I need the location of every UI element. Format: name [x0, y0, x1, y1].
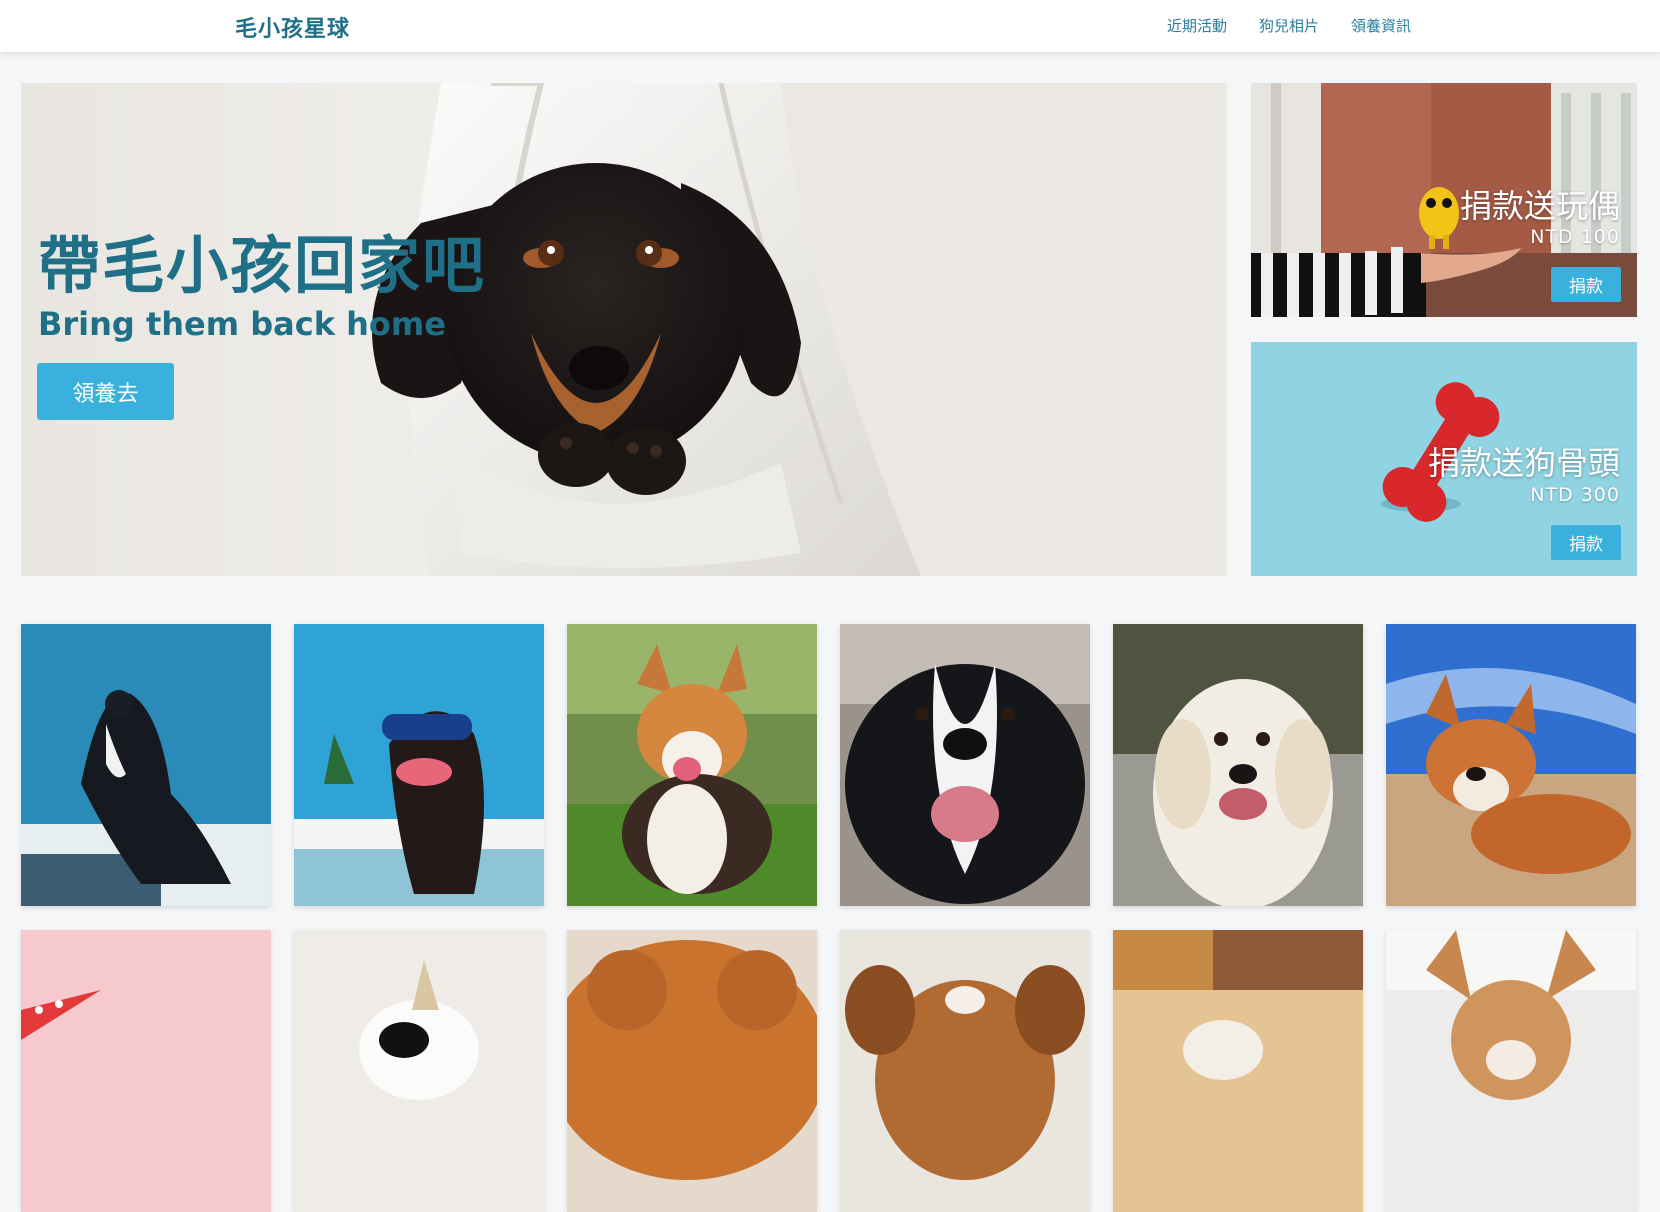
promo-card-toy: 捐款送玩偶 NTD 100 捐款	[1251, 83, 1637, 317]
promo-bone-title: 捐款送狗骨頭	[1427, 444, 1620, 482]
promo-card-bone: 捐款送狗骨頭 NTD 300 捐款	[1251, 342, 1637, 576]
donate-toy-button[interactable]: 捐款	[1551, 267, 1621, 302]
top-navbar: 毛小孩星球 近期活動 狗兒相片 領養資訊	[0, 0, 1660, 52]
promo-toy-price: NTD 100	[1530, 226, 1620, 248]
dog-photo-unicorn-costume[interactable]	[294, 930, 544, 1212]
dog-photo-pink-background[interactable]	[21, 930, 271, 1212]
nav-link-adoption[interactable]: 領養資訊	[1351, 15, 1411, 36]
dog-photo-brown-puppy[interactable]	[840, 930, 1090, 1212]
promo-toy-title: 捐款送玩偶	[1459, 187, 1620, 225]
dog-photo-chihuahua[interactable]	[1386, 930, 1636, 1212]
hero-banner: 帶毛小孩回家吧 Bring them back home 領養去	[21, 83, 1227, 576]
dog-photo-gallery	[21, 624, 1637, 1212]
dog-photo-corgi-grass[interactable]	[567, 624, 817, 906]
dog-photo-corgi-beach[interactable]	[1386, 624, 1636, 906]
hero-title: 帶毛小孩回家吧	[38, 229, 487, 302]
dog-photo-chow-chow[interactable]	[567, 930, 817, 1212]
hero-subtitle: Bring them back home	[38, 305, 446, 343]
adopt-button[interactable]: 領養去	[37, 363, 174, 420]
dog-photo-dachshund-sunglasses[interactable]	[294, 624, 544, 906]
main-nav: 近期活動 狗兒相片 領養資訊	[1167, 15, 1411, 36]
promo-bone-price: NTD 300	[1530, 484, 1620, 506]
brand-logo-text[interactable]: 毛小孩星球	[235, 11, 350, 43]
dog-photo-dog-with-shelf[interactable]	[1113, 930, 1363, 1212]
dog-photo-golden-retriever[interactable]	[1113, 624, 1363, 906]
nav-link-events[interactable]: 近期活動	[1167, 15, 1227, 36]
dog-photo-border-collie-snow[interactable]	[21, 624, 271, 906]
donate-bone-button[interactable]: 捐款	[1551, 525, 1621, 560]
nav-link-photos[interactable]: 狗兒相片	[1259, 15, 1319, 36]
dog-photo-border-collie-closeup[interactable]	[840, 624, 1090, 906]
